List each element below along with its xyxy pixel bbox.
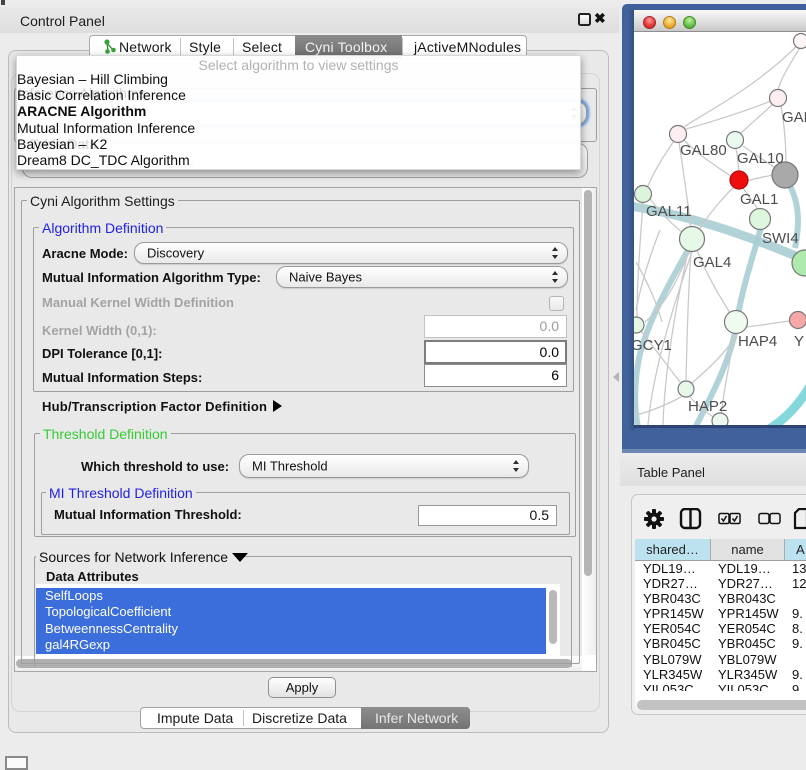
svg-text:GAL1: GAL1 [740,191,778,208]
svg-text:GAL10: GAL10 [737,150,784,167]
svg-text:GAL4: GAL4 [693,254,731,271]
svg-text:SWI4: SWI4 [762,230,799,247]
svg-text:GAL11: GAL11 [646,203,692,220]
svg-text:GAL80: GAL80 [680,142,727,159]
svg-text:GAL: GAL [782,109,806,126]
svg-text:HAP4: HAP4 [738,333,777,350]
svg-text:Y: Y [794,333,804,350]
svg-text:GCY1: GCY1 [634,337,672,354]
svg-text:HAP2: HAP2 [688,398,727,415]
